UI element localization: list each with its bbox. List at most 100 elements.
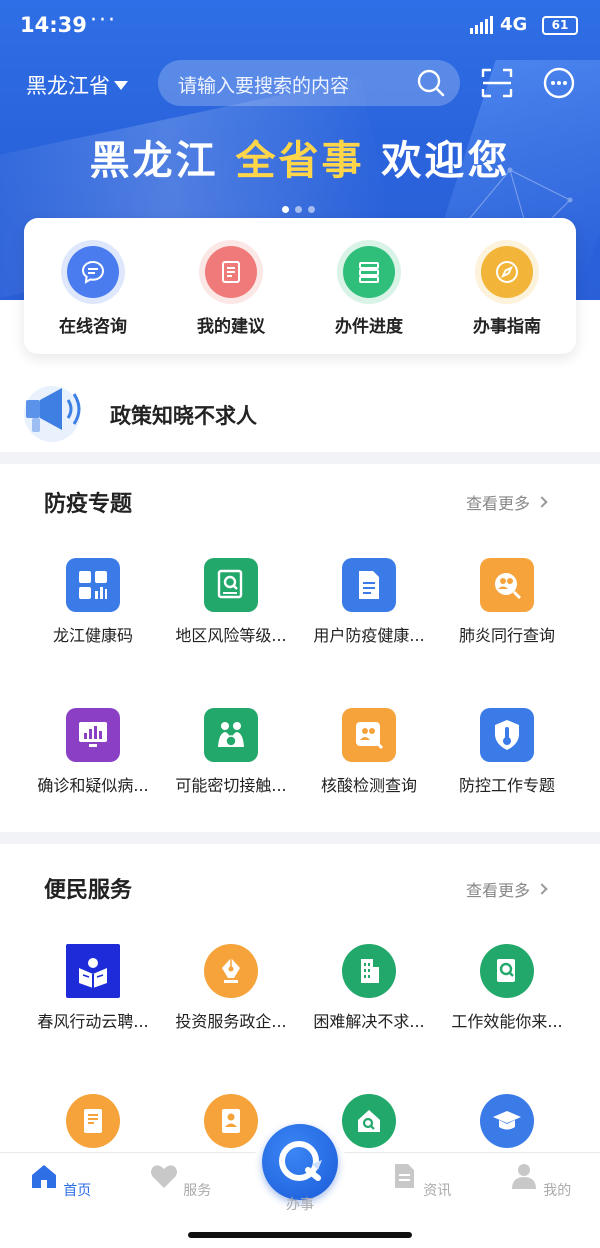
grid-item[interactable]: 春风行动云聘... <box>24 944 162 1094</box>
fab-icon <box>279 1141 322 1181</box>
carousel-dot <box>308 206 315 213</box>
carousel-dot <box>282 206 289 213</box>
quick-item-suggestion[interactable]: 我的建议 <box>162 218 300 354</box>
policy-text: 政策知晓不求人 <box>110 404 257 428</box>
nav-label: 资讯 <box>423 1183 452 1199</box>
megaphone-icon <box>24 386 81 442</box>
grid-item-label: 困难解决不求... <box>313 1012 425 1031</box>
quick-label: 在线咨询 <box>59 317 127 337</box>
section-title-epidemic: 防疫专题 <box>44 492 133 517</box>
news-icon <box>394 1164 414 1188</box>
search-doc-icon <box>204 558 258 612</box>
id-card-icon <box>204 1094 258 1148</box>
grid-item[interactable]: 肺炎同行查询 <box>438 558 576 708</box>
building-icon <box>342 944 396 998</box>
grid-item[interactable]: 困难解决不求... <box>300 944 438 1094</box>
search-placeholder: 请输入要搜索的内容 <box>178 75 350 97</box>
nav-item-service[interactable]: 服务 <box>140 1161 220 1200</box>
nav-item-news[interactable]: 资讯 <box>380 1161 460 1200</box>
view-more-epidemic[interactable]: 查看更多 <box>466 490 548 514</box>
status-time: 14:39 <box>20 13 87 37</box>
search-icon[interactable] <box>416 68 446 98</box>
view-more-label: 查看更多 <box>466 494 531 513</box>
nav-item-home[interactable]: 首页 <box>20 1161 100 1200</box>
province-label: 黑龙江省 <box>26 74 110 98</box>
nav-label: 服务 <box>183 1183 212 1199</box>
grid-item-label: 可能密切接触... <box>175 776 287 795</box>
province-selector[interactable]: 黑龙江省 <box>26 70 128 100</box>
section-divider <box>0 452 600 464</box>
fab-button[interactable] <box>262 1124 338 1200</box>
nav-label: 首页 <box>63 1183 92 1199</box>
grid-item[interactable]: 用户防疫健康... <box>300 558 438 708</box>
epidemic-grid: 龙江健康码 地区风险等级... 用户防疫健康... 肺炎同行查询 确诊和疑似病.… <box>24 558 576 858</box>
people-search-icon <box>342 708 396 762</box>
welcome-banner-title: 黑龙江 全省事 欢迎您 <box>0 128 600 186</box>
search-doc-icon <box>480 944 534 998</box>
grid-item[interactable]: 工作效能你来... <box>438 944 576 1094</box>
quick-item-consult[interactable]: 在线咨询 <box>24 218 162 354</box>
graduation-cap-icon <box>480 1094 534 1148</box>
chat-icon <box>67 246 119 298</box>
quick-label: 办件进度 <box>335 317 403 337</box>
battery-icon: 61 <box>542 16 578 35</box>
grid-item[interactable]: 龙江健康码 <box>24 558 162 708</box>
grid-item-label: 肺炎同行查询 <box>458 626 555 645</box>
grid-item-label: 投资服务政企... <box>175 1012 287 1031</box>
quick-item-progress[interactable]: 办件进度 <box>300 218 438 354</box>
view-more-service[interactable]: 查看更多 <box>466 877 548 901</box>
search-input[interactable]: 请输入要搜索的内容 <box>158 60 460 106</box>
grid-item-label: 地区风险等级... <box>175 626 287 645</box>
network-type: 4G <box>500 14 528 35</box>
form-icon <box>66 1094 120 1148</box>
welcome-accent: 全省事 <box>235 138 365 184</box>
grid-item-label: 防控工作专题 <box>458 776 555 795</box>
nav-label: 我的 <box>543 1183 572 1199</box>
message-more-icon[interactable] <box>542 66 576 100</box>
scan-icon[interactable] <box>480 66 514 100</box>
grid-item-label: 工作效能你来... <box>451 1012 563 1031</box>
quick-label: 办事指南 <box>473 317 541 337</box>
shield-thermometer-icon <box>480 708 534 762</box>
home-indicator[interactable] <box>188 1232 412 1238</box>
chevron-right-icon <box>536 883 548 895</box>
home-icon <box>31 1165 56 1188</box>
grid-item-label: 龙江健康码 <box>52 626 133 645</box>
status-bar: 14:39 ··· 4G 61 <box>0 0 600 52</box>
file-icon <box>342 558 396 612</box>
section-title-service: 便民服务 <box>44 878 133 903</box>
section-divider <box>0 832 600 844</box>
quick-item-guide[interactable]: 办事指南 <box>438 218 576 354</box>
people-search-icon <box>480 558 534 612</box>
carousel-dot <box>295 206 302 213</box>
document-icon <box>205 246 257 298</box>
signal-icon <box>470 16 493 34</box>
grid-item-label: 春风行动云聘... <box>37 1012 149 1031</box>
compass-icon <box>481 246 533 298</box>
policy-banner[interactable]: 政策知晓不求人 <box>0 370 600 450</box>
view-more-label: 查看更多 <box>466 881 531 900</box>
quick-label: 我的建议 <box>197 317 265 337</box>
chevron-right-icon <box>536 496 548 508</box>
grid-item-label: 核酸检测查询 <box>320 776 417 795</box>
nav-label-handle: 办事 <box>286 1197 314 1213</box>
grid-item[interactable]: 投资服务政企... <box>162 944 300 1094</box>
list-icon <box>343 246 395 298</box>
grid-item-label: 用户防疫健康... <box>313 626 425 645</box>
carousel-indicator <box>282 206 315 213</box>
grid-item-label: 确诊和疑似病... <box>37 776 149 795</box>
welcome-part1: 黑龙江 <box>89 138 236 184</box>
heart-icon <box>150 1165 177 1188</box>
caret-down-icon <box>114 80 128 90</box>
user-icon <box>511 1164 536 1189</box>
welcome-part2: 欢迎您 <box>364 138 511 184</box>
house-search-icon <box>342 1094 396 1148</box>
lungs-icon <box>204 708 258 762</box>
nav-item-mine[interactable]: 我的 <box>500 1161 580 1200</box>
quick-actions-card: 在线咨询 我的建议 办件进度 办事指南 <box>24 218 576 354</box>
grid-icon <box>66 558 120 612</box>
bar-chart-icon <box>66 708 120 762</box>
status-dots: ··· <box>90 8 117 33</box>
grid-item[interactable]: 地区风险等级... <box>162 558 300 708</box>
reader-icon <box>66 944 120 998</box>
